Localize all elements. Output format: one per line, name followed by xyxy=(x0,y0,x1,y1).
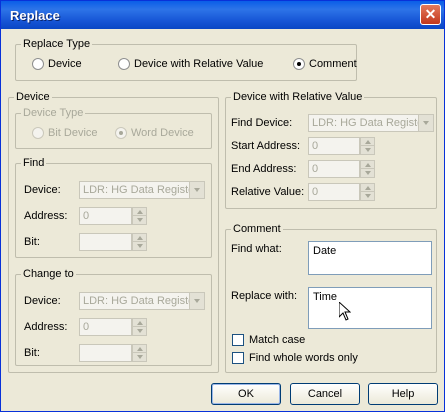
chevron-down-icon[interactable] xyxy=(189,293,204,309)
ok-button[interactable]: OK xyxy=(211,383,281,405)
start-address-field[interactable]: 0 xyxy=(308,137,360,155)
replace-type-group: Replace Type Device Device with Relative… xyxy=(15,38,357,81)
radio-device-label: Device xyxy=(48,58,82,70)
radio-device[interactable]: Device xyxy=(32,58,82,71)
find-legend: Find xyxy=(21,157,47,170)
find-address-spinner[interactable] xyxy=(132,207,147,225)
title-bar[interactable]: Replace ✕ xyxy=(1,1,444,29)
find-device-rel-combo[interactable]: LDR: HG Data Register xyxy=(308,114,434,132)
device-type-group: Device Type Bit Device Word Device xyxy=(15,107,212,149)
change-bit-field[interactable] xyxy=(79,344,132,362)
change-to-legend: Change to xyxy=(21,268,76,281)
radio-bit-device-icon xyxy=(32,127,44,140)
change-bit-label: Bit: xyxy=(24,347,40,359)
radio-bit-device-label: Bit Device xyxy=(48,127,98,139)
mouse-cursor-icon xyxy=(339,302,351,321)
comment-legend: Comment xyxy=(231,223,283,236)
match-case-checkbox[interactable] xyxy=(232,334,244,346)
radio-comment-icon xyxy=(293,58,305,71)
relative-value-group: Device with Relative Value Find Device: … xyxy=(225,91,437,209)
replace-with-input[interactable]: Time xyxy=(308,287,432,329)
replace-with-label: Replace with: xyxy=(231,290,298,302)
relative-value-label: Relative Value: xyxy=(231,186,305,198)
end-address-field[interactable]: 0 xyxy=(308,160,360,178)
change-address-field[interactable]: 0 xyxy=(79,318,132,336)
radio-word-device-icon xyxy=(115,127,127,140)
whole-words-checkbox[interactable] xyxy=(232,352,244,364)
find-group: Find Device: LDR: HG Data Register Addre… xyxy=(15,157,212,258)
find-bit-spinner[interactable] xyxy=(132,233,147,251)
radio-word-device-label: Word Device xyxy=(131,127,194,139)
replace-dialog: Replace ✕ Replace Type Device Device wit… xyxy=(0,0,445,412)
change-bit-spinner[interactable] xyxy=(132,344,147,362)
end-address-spinner[interactable] xyxy=(360,160,375,178)
relative-value-legend: Device with Relative Value xyxy=(231,91,365,104)
radio-bit-device[interactable]: Bit Device xyxy=(32,127,98,140)
change-address-spinner[interactable] xyxy=(132,318,147,336)
radio-device-relative[interactable]: Device with Relative Value xyxy=(118,58,264,71)
find-device-rel-value: LDR: HG Data Register xyxy=(312,117,427,129)
radio-word-device[interactable]: Word Device xyxy=(115,127,194,140)
replace-type-legend: Replace Type xyxy=(21,38,93,51)
find-device-label: Device: xyxy=(24,184,61,196)
radio-comment[interactable]: Comment xyxy=(293,58,357,71)
dialog-title: Replace xyxy=(10,8,60,23)
change-to-group: Change to Device: LDR: HG Data Register … xyxy=(15,268,212,366)
match-case-label[interactable]: Match case xyxy=(249,334,305,346)
start-address-spinner[interactable] xyxy=(360,137,375,155)
change-device-combo[interactable]: LDR: HG Data Register xyxy=(79,292,205,310)
change-address-label: Address: xyxy=(24,321,68,333)
find-bit-field[interactable] xyxy=(79,233,132,251)
device-legend: Device xyxy=(14,91,52,104)
find-device-rel-label: Find Device: xyxy=(231,117,293,129)
radio-device-relative-label: Device with Relative Value xyxy=(134,58,264,70)
find-bit-label: Bit: xyxy=(24,236,40,248)
find-what-label: Find what: xyxy=(231,243,282,255)
find-device-combo[interactable]: LDR: HG Data Register xyxy=(79,181,205,199)
radio-device-relative-icon xyxy=(118,58,130,71)
relative-value-field[interactable]: 0 xyxy=(308,183,360,201)
find-address-label: Address: xyxy=(24,210,68,222)
close-icon[interactable]: ✕ xyxy=(420,4,441,25)
help-button[interactable]: Help xyxy=(368,383,438,405)
find-device-value: LDR: HG Data Register xyxy=(83,184,198,196)
end-address-label: End Address: xyxy=(231,163,297,175)
cancel-button[interactable]: Cancel xyxy=(290,383,360,405)
comment-group: Comment Find what: Date Replace with: Ti… xyxy=(225,223,437,373)
radio-comment-label: Comment xyxy=(309,58,357,70)
start-address-label: Start Address: xyxy=(231,140,301,152)
device-type-legend: Device Type xyxy=(21,107,86,120)
relative-value-spinner[interactable] xyxy=(360,183,375,201)
find-what-input[interactable]: Date xyxy=(308,241,432,275)
device-group: Device Device Type Bit Device Word Devic… xyxy=(8,91,219,373)
change-device-value: LDR: HG Data Register xyxy=(83,295,198,307)
find-address-field[interactable]: 0 xyxy=(79,207,132,225)
whole-words-label[interactable]: Find whole words only xyxy=(249,352,358,364)
radio-device-icon xyxy=(32,58,44,71)
change-device-label: Device: xyxy=(24,295,61,307)
chevron-down-icon[interactable] xyxy=(189,182,204,198)
chevron-down-icon[interactable] xyxy=(418,115,433,131)
